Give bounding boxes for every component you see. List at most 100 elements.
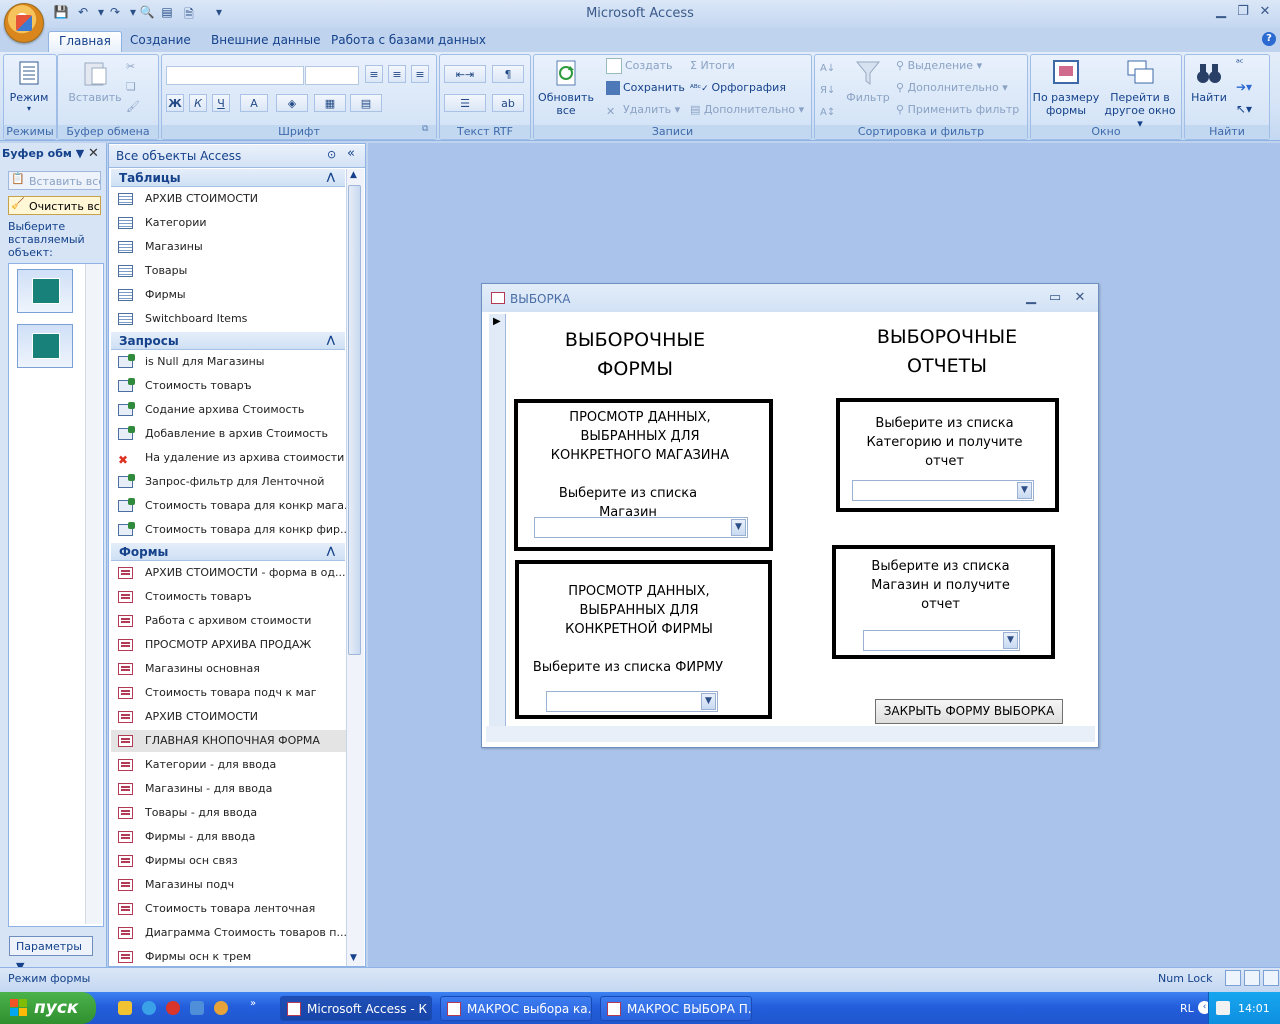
bold-button[interactable]: Ж <box>166 94 184 112</box>
form-close-icon[interactable]: ✕ <box>1071 290 1089 305</box>
language-indicator[interactable]: RL <box>1180 1002 1194 1015</box>
nav-item[interactable]: Категории - для ввода <box>118 754 346 776</box>
nav-item[interactable]: Товары - для ввода <box>118 802 346 824</box>
nav-item[interactable]: Магазины - для ввода <box>118 778 346 800</box>
nav-item[interactable]: Товары <box>118 260 346 282</box>
restore-icon[interactable]: ❐ <box>1232 4 1254 22</box>
nav-scroll-thumb[interactable] <box>348 185 361 655</box>
nav-item[interactable]: АРХИВ СТОИМОСТИ <box>118 706 346 728</box>
form-maximize-icon[interactable]: ▭ <box>1046 290 1064 305</box>
nav-item[interactable]: Запрос-фильтр для Ленточной <box>118 471 346 493</box>
collapse-pane-icon[interactable]: « <box>347 146 355 161</box>
scroll-up-icon[interactable]: ▲ <box>350 170 357 180</box>
italic-button[interactable]: К <box>189 94 207 112</box>
alternate-fill-icon[interactable]: ▤ <box>350 94 382 112</box>
replace-icon[interactable]: ᵃᶜ <box>1236 58 1244 69</box>
collapse-section-icon[interactable]: ⋀ <box>327 543 335 561</box>
taskbar-button-macro1[interactable]: МАКРОС выбора ка... <box>440 996 592 1021</box>
opera-icon[interactable] <box>166 1001 180 1015</box>
media-icon[interactable] <box>214 1001 228 1015</box>
nav-item[interactable]: АРХИВ СТОИМОСТИ <box>118 188 346 210</box>
align-right-icon[interactable]: ≡ <box>411 65 429 83</box>
paragraph-direction-icon[interactable]: ¶ <box>492 65 524 83</box>
font-color-button[interactable]: A <box>240 94 268 112</box>
tab-external-data[interactable]: Внешние данные <box>201 31 330 52</box>
nav-item[interactable]: Стоимость товара ленточная <box>118 898 346 920</box>
font-name-combo[interactable] <box>166 66 304 85</box>
nav-title[interactable]: Все объекты Access <box>116 149 241 163</box>
fit-to-form-button[interactable]: По размеру формы <box>1032 58 1100 117</box>
fill-color-icon[interactable]: ◈ <box>276 94 308 112</box>
sort-ascending-icon[interactable]: A↓ Я↓ A↕ <box>820 58 835 124</box>
close-icon[interactable]: ✕ <box>1254 4 1276 22</box>
minimize-icon[interactable]: ▁ <box>1210 4 1232 22</box>
nav-item[interactable]: Добавление в архив Стоимость <box>118 423 346 445</box>
tab-home[interactable]: Главная <box>48 31 122 53</box>
nav-item[interactable]: Фирмы - для ввода <box>118 826 346 848</box>
goto-icon[interactable]: ➔▾ <box>1236 80 1252 94</box>
browser-icon[interactable] <box>142 1001 156 1015</box>
close-pane-icon[interactable]: ✕ <box>88 146 99 161</box>
apply-filter-button[interactable]: ⚲ Применить фильтр <box>896 101 1019 119</box>
select-icon[interactable]: ↖▾ <box>1236 102 1252 116</box>
taskbar-button-access[interactable]: Microsoft Access - К ... <box>280 996 432 1021</box>
show-desktop-icon[interactable] <box>118 1001 132 1015</box>
clipboard-item[interactable] <box>17 269 73 313</box>
nav-item[interactable]: Содание архива Стоимость <box>118 399 346 421</box>
list-icon[interactable]: ☰ <box>444 94 486 112</box>
nav-section-header[interactable]: Формы ⋀ <box>111 543 345 561</box>
nav-item[interactable]: is Null для Магазины <box>118 351 346 373</box>
save-record-button[interactable]: Сохранить <box>606 79 685 97</box>
new-record-button[interactable]: Создать <box>606 57 673 75</box>
nav-item[interactable]: Стоимость товаръ <box>118 375 346 397</box>
find-button[interactable]: Найти <box>1186 58 1232 104</box>
nav-item[interactable]: Switchboard Items <box>118 308 346 330</box>
nav-item[interactable]: ГЛАВНАЯ КНОПОЧНАЯ ФОРМА <box>111 730 346 752</box>
tray-network-icon[interactable] <box>1216 1001 1230 1015</box>
align-left-icon[interactable]: ≡ <box>365 65 383 83</box>
collapse-section-icon[interactable]: ⋀ <box>327 169 335 187</box>
nav-item[interactable]: На удаление из архива стоимости <box>118 447 346 469</box>
view-button[interactable]: Режим ▾ <box>5 58 53 113</box>
nav-item[interactable]: Фирмы <box>118 284 346 306</box>
app-icon[interactable] <box>190 1001 204 1015</box>
nav-section-header[interactable]: Запросы ⋀ <box>111 332 345 350</box>
paste-button[interactable]: Вставить <box>62 58 128 104</box>
nav-item[interactable]: Стоимость товаръ <box>118 586 346 608</box>
scroll-down-icon[interactable]: ▼ <box>350 953 357 963</box>
underline-button[interactable]: Ч <box>212 94 230 112</box>
nav-item[interactable]: Категории <box>118 212 346 234</box>
chevron-down-icon[interactable]: ▼ <box>1003 632 1018 649</box>
record-selector[interactable] <box>489 314 506 726</box>
form-view-icon[interactable] <box>1225 970 1241 986</box>
indent-icon[interactable]: ⇤⇥ <box>444 65 486 83</box>
filter-button[interactable]: Фильтр <box>846 58 890 104</box>
highlight-icon[interactable]: ab <box>492 94 524 112</box>
category-combobox[interactable]: ▼ <box>852 480 1034 501</box>
chevron-down-icon[interactable]: ▼ <box>1017 482 1032 499</box>
quicklaunch-more-icon[interactable]: » <box>250 998 256 1009</box>
nav-section-header[interactable]: Таблицы ⋀ <box>111 169 345 187</box>
store-report-combobox[interactable]: ▼ <box>863 630 1020 651</box>
store-combobox[interactable]: ▼ <box>534 517 748 538</box>
selection-button[interactable]: ⚲ Выделение ▾ <box>896 57 982 75</box>
nav-item[interactable]: Стоимость товара для конкр мага... <box>118 495 346 517</box>
chevron-down-icon[interactable]: ▼ <box>76 147 84 160</box>
nav-item[interactable]: Диаграмма Стоимость товаров п... <box>118 922 346 944</box>
totals-button[interactable]: Σ Итоги <box>690 57 735 75</box>
chevron-down-icon[interactable]: ▼ <box>701 693 716 710</box>
cut-icon[interactable]: ✂ <box>126 60 135 73</box>
form-titlebar[interactable] <box>482 284 1098 312</box>
align-center-icon[interactable]: ≡ <box>388 65 406 83</box>
form-minimize-icon[interactable]: ▁ <box>1022 290 1040 305</box>
copy-icon[interactable]: ❏ <box>126 80 136 93</box>
close-form-button[interactable]: ЗАКРЫТЬ ФОРМУ ВЫБОРКА <box>875 699 1063 724</box>
gridlines-icon[interactable]: ▦ <box>314 94 346 112</box>
switch-windows-button[interactable]: Перейти в другое окно ▾ <box>1102 58 1178 130</box>
format-painter-icon[interactable]: 🖌 <box>126 100 140 113</box>
nav-item[interactable]: Магазины подч <box>118 874 346 896</box>
delete-record-button[interactable]: ✕ Удалить ▾ <box>606 101 680 119</box>
nav-item[interactable]: Стоимость товара для конкр фир... <box>118 519 346 541</box>
tab-create[interactable]: Создание <box>120 31 201 52</box>
layout-view-icon[interactable] <box>1244 970 1260 986</box>
